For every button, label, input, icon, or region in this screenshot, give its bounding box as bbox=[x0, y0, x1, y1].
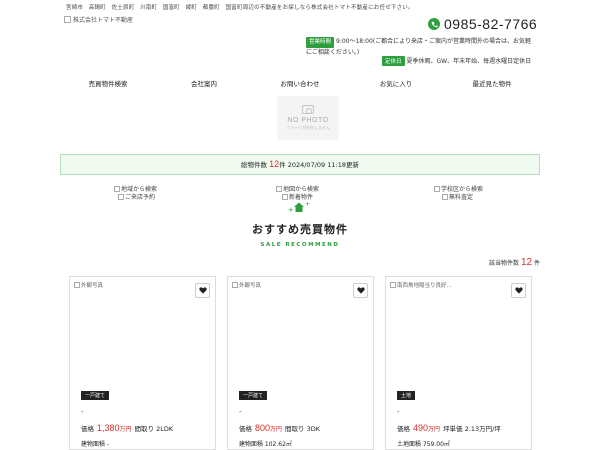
property-type-tag: 土地 bbox=[397, 391, 416, 400]
result-count-unit: 件 bbox=[533, 260, 540, 267]
holiday-info: 定休日 夏季休暇、GW、年末年始、毎週水曜日定休日 bbox=[382, 56, 531, 66]
favorite-button[interactable] bbox=[195, 283, 210, 298]
price-value: 1,380 bbox=[97, 423, 120, 433]
heart-icon bbox=[198, 287, 207, 294]
phone-icon bbox=[428, 18, 440, 30]
property-detail: 間取り 2LDK bbox=[134, 425, 174, 433]
property-area: 建物面積 102.62㎡ bbox=[239, 441, 292, 448]
holiday-text: 夏季休暇、GW、年末年始、毎週水曜日定休日 bbox=[406, 58, 532, 65]
link-free-appraisal[interactable]: 無料査定 bbox=[442, 192, 473, 201]
main-nav: 売買物件検索 会社案内 お問い合わせ お気に入り 最近見た物件 bbox=[60, 76, 540, 92]
result-count: 該当物件数 12 件 bbox=[489, 257, 540, 268]
stock-label: 総物件数 bbox=[241, 161, 268, 169]
nav-sale-search[interactable]: 売買物件検索 bbox=[60, 76, 156, 92]
free-appraisal-icon bbox=[442, 193, 448, 200]
heart-icon bbox=[356, 287, 365, 294]
result-count-label: 該当物件数 bbox=[489, 260, 520, 267]
property-type-tag: 一戸建て bbox=[239, 391, 268, 400]
property-photo[interactable]: 外観写真 bbox=[232, 281, 261, 289]
map-search-icon bbox=[276, 185, 282, 192]
svg-text:+: + bbox=[288, 206, 294, 214]
heart-icon bbox=[514, 287, 523, 294]
area-search-icon bbox=[114, 185, 120, 192]
hours-text: 9:00～18:00(ご都合により来店・ご案内が営業時間外の場合は、お気軽にご相… bbox=[306, 38, 532, 56]
business-hours: 営業時間 9:00～18:00(ご都合により来店・ご案内が営業時間外の場合は、お気… bbox=[306, 37, 536, 57]
property-card[interactable]: 外観写真 一戸建て - 価格 1,380万円 間取り 2LDK 建物面積 - bbox=[69, 276, 216, 450]
price-value: 490 bbox=[413, 423, 429, 433]
camera-icon bbox=[302, 105, 314, 114]
property-area: 土地面積 759.00㎡ bbox=[397, 441, 450, 448]
property-card[interactable]: 外観写真 一戸建て - 価格 800万円 間取り 3DK 建物面積 102.62… bbox=[227, 276, 374, 450]
result-count-number: 12 bbox=[520, 257, 533, 268]
property-type-tag: 一戸建て bbox=[81, 391, 110, 400]
photo-icon bbox=[74, 282, 80, 288]
house-icon: + + bbox=[288, 201, 310, 214]
price-row: 価格 490万円 坪単価 2.13万円/坪 bbox=[397, 423, 501, 433]
price-value: 800 bbox=[255, 423, 271, 433]
property-photo-alt: 外観写真 bbox=[81, 283, 104, 289]
nav-favorites[interactable]: お気に入り bbox=[348, 76, 444, 92]
visit-reservation-icon bbox=[118, 193, 124, 200]
property-name: - bbox=[397, 408, 400, 416]
nav-contact[interactable]: お問い合わせ bbox=[252, 76, 348, 92]
favorite-button[interactable] bbox=[511, 283, 526, 298]
no-photo-placeholder: NO PHOTO イメージが存在しません bbox=[277, 96, 339, 140]
no-photo-title: NO PHOTO bbox=[287, 117, 329, 124]
price-row: 価格 800万円 間取り 3DK bbox=[239, 423, 320, 433]
photo-icon bbox=[232, 282, 238, 288]
price-label: 価格 bbox=[397, 425, 410, 433]
property-detail: 間取り 3DK bbox=[285, 425, 321, 433]
header-area-text: 宮崎市 高鍋町 佐土原町 川南町 国富町 綾町 都農町 国富町周辺の不動産をお探… bbox=[66, 5, 414, 11]
price-unit: 万円 bbox=[270, 426, 283, 433]
link-free-appraisal-label: 無料査定 bbox=[449, 194, 474, 201]
property-name: - bbox=[239, 408, 242, 416]
hours-badge: 営業時間 bbox=[306, 37, 335, 48]
link-visit-reservation[interactable]: ご来店予約 bbox=[118, 192, 155, 201]
favorite-button[interactable] bbox=[353, 283, 368, 298]
nav-company[interactable]: 会社案内 bbox=[156, 76, 252, 92]
property-name: - bbox=[81, 408, 84, 416]
logo-image-icon bbox=[64, 16, 71, 23]
price-row: 価格 1,380万円 間取り 2LDK bbox=[81, 423, 173, 433]
property-photo-alt: 南西角地陽当り良好… bbox=[397, 283, 453, 289]
section-subtitle: SALE RECOMMEND bbox=[260, 242, 340, 248]
stock-updated: 2024/07/09 11:18更新 bbox=[287, 161, 359, 169]
holiday-badge: 定休日 bbox=[382, 56, 405, 66]
new-listings-icon bbox=[282, 193, 288, 200]
property-photo[interactable]: 外観写真 bbox=[74, 281, 103, 289]
no-photo-subtitle: イメージが存在しません bbox=[286, 125, 330, 130]
price-label: 価格 bbox=[239, 425, 252, 433]
link-visit-reservation-label: ご来店予約 bbox=[125, 194, 156, 201]
property-photo-alt: 外観写真 bbox=[239, 283, 262, 289]
section-title: おすすめ売買物件 bbox=[252, 223, 348, 236]
nav-recently-viewed[interactable]: 最近見た物件 bbox=[444, 76, 540, 92]
property-detail: 坪単価 2.13万円/坪 bbox=[443, 425, 501, 433]
property-card[interactable]: 南西角地陽当り良好… 土地 - 価格 490万円 坪単価 2.13万円/坪 土地… bbox=[385, 276, 532, 450]
phone-number[interactable]: 0985-82-7766 bbox=[444, 16, 537, 32]
stock-unit: 件 bbox=[279, 161, 286, 169]
price-unit: 万円 bbox=[119, 426, 132, 433]
company-logo[interactable]: 株式会社トマト不動産 bbox=[64, 15, 133, 24]
phone-contact[interactable]: 0985-82-7766 bbox=[428, 16, 537, 32]
stock-summary: 総物件数 12件 2024/07/09 11:18更新 bbox=[60, 154, 540, 175]
price-unit: 万円 bbox=[428, 426, 441, 433]
logo-text: 株式会社トマト不動産 bbox=[73, 17, 134, 24]
price-label: 価格 bbox=[81, 425, 94, 433]
stock-count: 12 bbox=[269, 159, 280, 169]
property-area: 建物面積 - bbox=[81, 441, 110, 448]
school-search-icon bbox=[434, 185, 440, 192]
property-photo[interactable]: 南西角地陽当り良好… bbox=[390, 281, 452, 289]
photo-icon bbox=[390, 282, 396, 288]
svg-text:+: + bbox=[305, 201, 310, 208]
